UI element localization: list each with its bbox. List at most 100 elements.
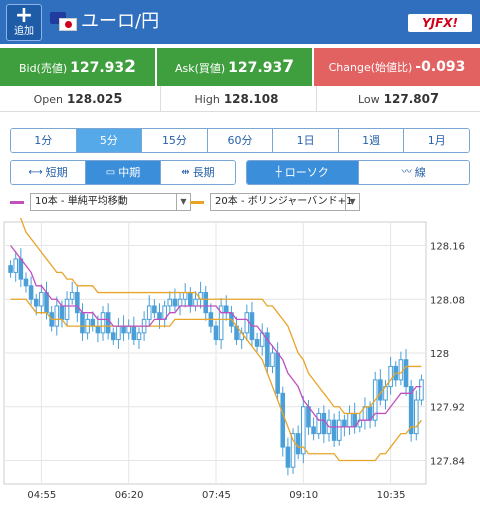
open-value: 128.025 [67,92,123,107]
y-tick-label: 128.08 [430,295,465,306]
candle-body [275,352,280,394]
candle-body [167,298,173,307]
candle-body [213,325,219,341]
candle-body [177,298,183,307]
candle-body [13,258,19,273]
term-mid-label: 中期 [118,166,141,179]
line-button[interactable]: 〰線 [358,161,469,184]
candle-body [90,318,96,327]
ask-value-last: 7 [282,57,295,77]
add-button[interactable]: + 追加 [6,4,42,41]
brand-logo-text: YJFX! [421,16,459,30]
candle-label: ローソク [284,166,329,179]
open-value-last: 5 [113,92,123,107]
timeframe-tabs: 1分 5分 15分 60分 1日 1週 1月 [10,128,470,153]
open-stat: Open 128.025 [0,86,156,112]
tab-15min[interactable]: 15分 [142,129,208,152]
candle-body [378,379,383,401]
quote-panel: Bid(売値) 127.932 Ask(買値) 127.937 Change(始値比… [0,48,480,86]
bid-value-last: 2 [124,57,137,77]
high-label: High [194,93,220,106]
term-long-button[interactable]: ⇹ 長期 [161,161,235,184]
chevron-down-icon: ▼ [345,194,359,210]
chart-type-toggle: ┼ ローソク 〰線 [246,160,470,185]
line-chart-icon: 〰 [401,166,412,178]
candle-body [80,312,85,334]
tab-1day[interactable]: 1日 [273,129,339,152]
x-tick-label: 09:10 [289,490,318,501]
bid-quote[interactable]: Bid(売値) 127.932 [0,48,155,86]
candle-body [419,379,424,401]
bb-legend-line [190,201,204,204]
tab-5min[interactable]: 5分 [76,129,143,152]
bid-value-main: 127.93 [70,60,125,76]
ma-legend-line [10,201,24,204]
x-tick-label: 04:55 [27,490,56,501]
chevron-down-icon: ▼ [176,194,190,210]
term-short-button[interactable]: ⟷ 短期 [11,161,86,184]
candle-body [95,325,101,334]
candle-body [136,332,142,341]
tab-60min[interactable]: 60分 [207,129,274,152]
line-label: 線 [414,166,426,179]
candle-body [295,433,301,455]
app-header: + 追加 ユーロ/円 YJFX! [0,0,480,44]
candle-body [100,312,106,334]
candle-body [285,446,291,468]
japan-flag-icon [59,18,77,31]
tab-1week[interactable]: 1週 [338,129,405,152]
low-value-main: 127.80 [383,92,430,106]
x-tick-label: 06:20 [115,490,144,501]
candle-body [316,412,322,435]
price-chart[interactable]: 128.16 128.08 128 127.92 127.84 04:55 06:20 07:… [0,191,480,509]
candle-body [193,298,198,307]
change-label: Change(始値比) [328,61,413,74]
tab-1min[interactable]: 1分 [11,129,77,152]
low-stat: Low 127.807 [316,86,480,112]
candle-body [146,305,152,320]
bb-select-value: 20本 - ボリンジャーバンド+1 [215,196,353,207]
x-tick-label: 10:35 [377,490,406,501]
candle-body [152,305,157,314]
term-toggle: ⟷ 短期 ▭ 中期 ⇹ 長期 [10,160,236,185]
ma-select-value: 10本 - 単純平均移動 [35,196,128,207]
y-tick-label: 128.16 [430,242,465,253]
bb-indicator: 20本 - ボリンジャーバンド+1 ▼ [190,193,365,211]
candle-body [336,419,342,441]
candle-body [28,285,34,300]
candle-body [306,406,311,428]
bb-select[interactable]: 20本 - ボリンジャーバンド+1 ▼ [210,193,360,211]
bid-label: Bid(売値) [18,62,68,75]
ma-select[interactable]: 10本 - 単純平均移動 ▼ [30,193,191,211]
candle-body [126,325,131,334]
candle-body [110,332,116,341]
candle-body [254,339,260,347]
candle-body [321,412,327,435]
ma-indicator: 10本 - 単純平均移動 ▼ [10,193,191,211]
candle-body [223,305,229,314]
term-short-label: 短期 [45,166,68,179]
brand-logo: YJFX! [408,14,472,32]
candle-body [44,292,49,314]
candle-body [270,352,275,367]
tab-1month[interactable]: 1月 [404,129,469,152]
candle-body [347,412,352,428]
candle-body [157,312,162,320]
candle-button[interactable]: ┼ ローソク [247,161,359,184]
candle-body [311,426,316,435]
chart-svg: 128.16 128.08 128 127.92 127.84 04:55 06:20 07:… [3,191,465,501]
term-mid-button[interactable]: ▭ 中期 [86,161,161,184]
ask-quote[interactable]: Ask(買値) 127.937 [157,48,312,86]
candle-body [398,359,404,381]
ask-value-main: 127.93 [228,60,283,76]
candle-body [182,292,188,300]
open-label: Open [33,93,64,106]
open-value-main: 128.02 [67,92,114,106]
high-stat: High 128.108 [160,86,312,112]
term-long-label: 長期 [192,166,215,179]
low-value: 127.807 [383,92,439,107]
bid-value: 127.932 [70,57,137,77]
candle-body [203,292,209,314]
candle-body [172,298,178,307]
y-tick-label: 128 [430,349,449,360]
